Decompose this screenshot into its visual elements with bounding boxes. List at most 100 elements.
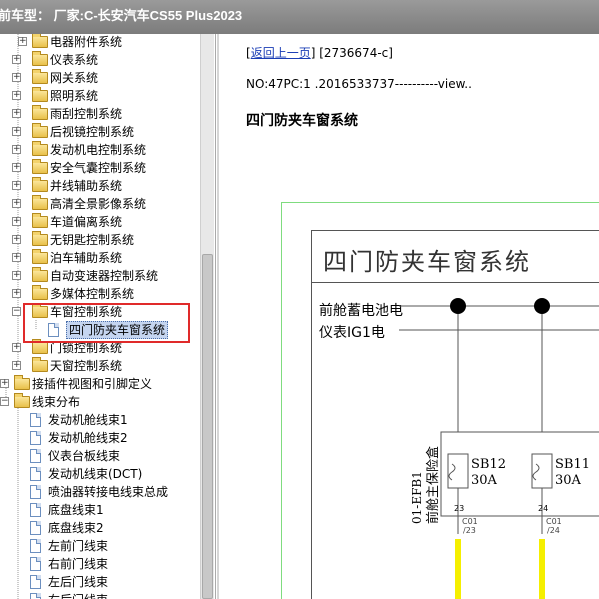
expand-icon[interactable]: + bbox=[12, 109, 21, 118]
expand-icon[interactable]: + bbox=[12, 271, 21, 280]
folder-icon bbox=[32, 141, 48, 156]
tree-item-label: 安全气囊控制系统 bbox=[50, 161, 147, 175]
tree-item[interactable]: 底盘线束2 bbox=[0, 519, 200, 537]
expand-icon[interactable]: + bbox=[12, 343, 21, 352]
tree-item[interactable]: + 电器附件系统 bbox=[0, 34, 200, 51]
folder-icon bbox=[32, 123, 48, 138]
expand-icon[interactable]: + bbox=[12, 55, 21, 64]
folder-icon bbox=[32, 231, 48, 246]
fuse-sb11-body bbox=[531, 453, 553, 489]
tree-item[interactable]: 底盘线束1 bbox=[0, 501, 200, 519]
tree-item-label: 网关系统 bbox=[50, 71, 99, 85]
tree-item-label: 无钥匙控制系统 bbox=[50, 233, 135, 247]
tree-item-label: 发动机线束(DCT) bbox=[48, 467, 143, 481]
tree-item[interactable]: 发动机线束(DCT) bbox=[0, 465, 200, 483]
tree-item[interactable]: + 无钥匙控制系统 bbox=[0, 231, 200, 249]
tree-item[interactable]: + 后视镜控制系统 bbox=[0, 123, 200, 141]
folder-icon bbox=[32, 339, 48, 354]
tree-item[interactable]: + 并线辅助系统 bbox=[0, 177, 200, 195]
tree-item[interactable]: 左前门线束 bbox=[0, 537, 200, 555]
tree-item-label: 仪表台板线束 bbox=[48, 449, 121, 463]
expand-icon[interactable]: + bbox=[12, 73, 21, 82]
tree-item[interactable]: + 泊车辅助系统 bbox=[0, 249, 200, 267]
tree-item[interactable]: 发动机舱线束1 bbox=[0, 411, 200, 429]
expand-icon[interactable]: + bbox=[18, 37, 27, 46]
document-icon bbox=[30, 449, 41, 463]
tree-pane[interactable]: + 电器附件系统 + 仪表系统 + 网关系统 + 照明系统 + 雨刮控制系统 + 后视镜控制系统 + 发动… bbox=[0, 34, 216, 599]
tree-item[interactable]: + 自动变速器控制系统 bbox=[0, 267, 200, 285]
folder-icon bbox=[32, 249, 48, 264]
document-icon bbox=[30, 503, 41, 517]
document-icon bbox=[30, 413, 41, 427]
document-icon bbox=[30, 431, 41, 445]
tree-item[interactable]: 仪表台板线束 bbox=[0, 447, 200, 465]
expand-icon[interactable]: + bbox=[12, 91, 21, 100]
folder-icon bbox=[32, 357, 48, 372]
tree-item[interactable]: + 高清全景影像系统 bbox=[0, 195, 200, 213]
tree-scrollbar[interactable] bbox=[200, 34, 214, 599]
fuse-box-name: 前舱主保险盒 bbox=[425, 446, 441, 524]
tree-item-label: 接插件视图和引脚定义 bbox=[32, 377, 153, 391]
conn-c01-a-label: C01 bbox=[462, 517, 478, 526]
document-icon bbox=[30, 521, 41, 535]
tree-item[interactable]: + 多媒体控制系统 bbox=[0, 285, 200, 303]
tree-item-label: 照明系统 bbox=[50, 89, 99, 103]
folder-icon bbox=[32, 213, 48, 228]
expand-icon[interactable]: + bbox=[12, 181, 21, 190]
window-title-bar: 前车型： 厂家:C-长安汽车CS55 Plus2023 bbox=[0, 0, 599, 34]
tree-item[interactable]: + 安全气囊控制系统 bbox=[0, 159, 200, 177]
tree-item[interactable]: 发动机舱线束2 bbox=[0, 429, 200, 447]
document-icon bbox=[30, 575, 41, 589]
fuse-sb12-rating: 30A bbox=[471, 473, 498, 488]
folder-icon bbox=[32, 69, 48, 84]
folder-icon bbox=[32, 51, 48, 66]
tree-item-label: 天窗控制系统 bbox=[50, 359, 123, 373]
folder-icon bbox=[32, 105, 48, 120]
folder-icon bbox=[32, 87, 48, 102]
tree-item[interactable]: + 照明系统 bbox=[0, 87, 200, 105]
tree-item-label: 发动机电控制系统 bbox=[50, 143, 147, 157]
tree-item[interactable]: + 网关系统 bbox=[0, 69, 200, 87]
tree-item-label: 喷油器转接电线束总成 bbox=[48, 485, 169, 499]
expand-icon[interactable]: + bbox=[12, 361, 21, 370]
fuse-sb11-name: SB11 bbox=[555, 457, 590, 472]
highlight-annotation-box bbox=[23, 303, 190, 343]
expand-icon[interactable]: + bbox=[0, 379, 9, 388]
expand-icon[interactable]: + bbox=[12, 253, 21, 262]
expand-icon[interactable]: + bbox=[12, 235, 21, 244]
tree-item[interactable]: + 仪表系统 bbox=[0, 51, 200, 69]
collapse-icon[interactable]: − bbox=[0, 397, 9, 406]
tree-item[interactable]: + 雨刮控制系统 bbox=[0, 105, 200, 123]
tree-item-label: 发动机舱线束1 bbox=[48, 413, 128, 427]
expand-icon[interactable]: + bbox=[12, 163, 21, 172]
tree-item[interactable]: 左后门线束 bbox=[0, 573, 200, 591]
tree-item[interactable]: 右后门线束 bbox=[0, 591, 200, 599]
expand-icon[interactable]: + bbox=[12, 127, 21, 136]
fuse-sb12-body bbox=[447, 453, 469, 489]
folder-open-icon bbox=[14, 393, 30, 408]
tree-item-label: 雨刮控制系统 bbox=[50, 107, 123, 121]
tree-item-label: 泊车辅助系统 bbox=[50, 251, 123, 265]
tree-item-label: 多媒体控制系统 bbox=[50, 287, 135, 301]
tree-item-label: 并线辅助系统 bbox=[50, 179, 123, 193]
tree-item[interactable]: + 发动机电控制系统 bbox=[0, 141, 200, 159]
fuse-sb12-pin: 23 bbox=[454, 504, 464, 513]
expand-icon[interactable]: + bbox=[12, 199, 21, 208]
expand-icon[interactable]: + bbox=[12, 289, 21, 298]
tree-item[interactable]: + 车道偏离系统 bbox=[0, 213, 200, 231]
tree-item[interactable]: − 线束分布 bbox=[0, 393, 200, 411]
collapse-icon[interactable]: − bbox=[12, 307, 21, 316]
conn-c01-b-label: C01 bbox=[546, 517, 562, 526]
tree-item[interactable]: 右前门线束 bbox=[0, 555, 200, 573]
expand-icon[interactable]: + bbox=[12, 145, 21, 154]
tree-item[interactable]: + 接插件视图和引脚定义 bbox=[0, 375, 200, 393]
expand-icon[interactable]: + bbox=[12, 217, 21, 226]
wiring-diagram: SB12 30A SB11 30A 23 24 C01 /23 C01 /24 … bbox=[399, 298, 599, 599]
folder-icon bbox=[32, 34, 48, 48]
tree-item[interactable]: 喷油器转接电线束总成 bbox=[0, 483, 200, 501]
document-icon bbox=[30, 485, 41, 499]
tree-scrollbar-thumb[interactable] bbox=[202, 254, 213, 599]
tree-item-label: 后视镜控制系统 bbox=[50, 125, 135, 139]
tree-item[interactable]: + 天窗控制系统 bbox=[0, 357, 200, 375]
fuse-box-code: 01-EFB1 bbox=[410, 471, 424, 524]
